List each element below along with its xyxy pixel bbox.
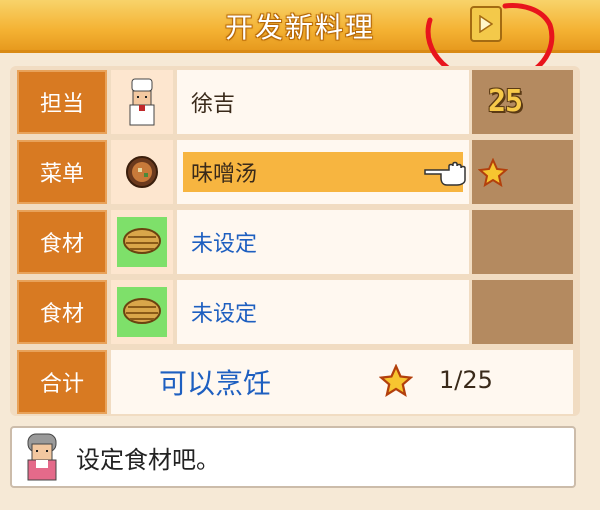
menu-value[interactable]: 味噌汤 xyxy=(177,140,469,204)
row-label: 食材 xyxy=(17,210,107,274)
star-icon xyxy=(478,158,508,188)
level-value: 25 xyxy=(488,84,523,119)
chef-portrait-icon xyxy=(111,70,173,134)
recipe-panel: 担当 徐吉 25 菜单 味噌汤 食材 未设定 食材 未设定 合计 可以烹饪 1/… xyxy=(10,66,580,416)
ingredient-extra-cell xyxy=(472,280,573,344)
row-total: 合计 可以烹饪 1/25 xyxy=(17,350,573,414)
ingredient-extra-cell xyxy=(472,210,573,274)
row-label: 担当 xyxy=(17,70,107,134)
play-arrow-icon xyxy=(479,15,493,33)
row-ingredient-2[interactable]: 食材 未设定 xyxy=(17,280,573,344)
assistant-portrait-icon xyxy=(27,433,57,481)
row-label: 合计 xyxy=(17,350,107,414)
message-text: 设定食材吧。 xyxy=(76,446,220,474)
row-label: 菜单 xyxy=(17,140,107,204)
star-icon xyxy=(379,364,413,397)
row-menu[interactable]: 菜单 味噌汤 xyxy=(17,140,573,204)
assignee-name[interactable]: 徐吉 xyxy=(177,70,469,134)
row-label: 食材 xyxy=(17,280,107,344)
level-cell: 25 xyxy=(472,70,573,134)
page-title: 开发新料理 xyxy=(224,11,375,44)
miso-soup-icon xyxy=(111,140,173,204)
basket-icon xyxy=(111,210,173,274)
total-cell: 可以烹饪 1/25 xyxy=(111,350,573,414)
basket-icon xyxy=(111,280,173,344)
row-ingredient-1[interactable]: 食材 未设定 xyxy=(17,210,573,274)
row-assignee[interactable]: 担当 徐吉 25 xyxy=(17,70,573,134)
ingredient-value[interactable]: 未设定 xyxy=(177,210,469,274)
next-arrow-button[interactable] xyxy=(470,6,502,42)
ingredient-value[interactable]: 未设定 xyxy=(177,280,469,344)
pointing-hand-icon xyxy=(424,161,466,186)
rating-cell xyxy=(472,140,573,204)
message-box: 设定食材吧。 xyxy=(10,426,576,488)
header-bar: 开发新料理 xyxy=(0,0,600,53)
cook-status[interactable]: 可以烹饪 xyxy=(159,362,271,402)
star-count: 1/25 xyxy=(439,366,493,394)
